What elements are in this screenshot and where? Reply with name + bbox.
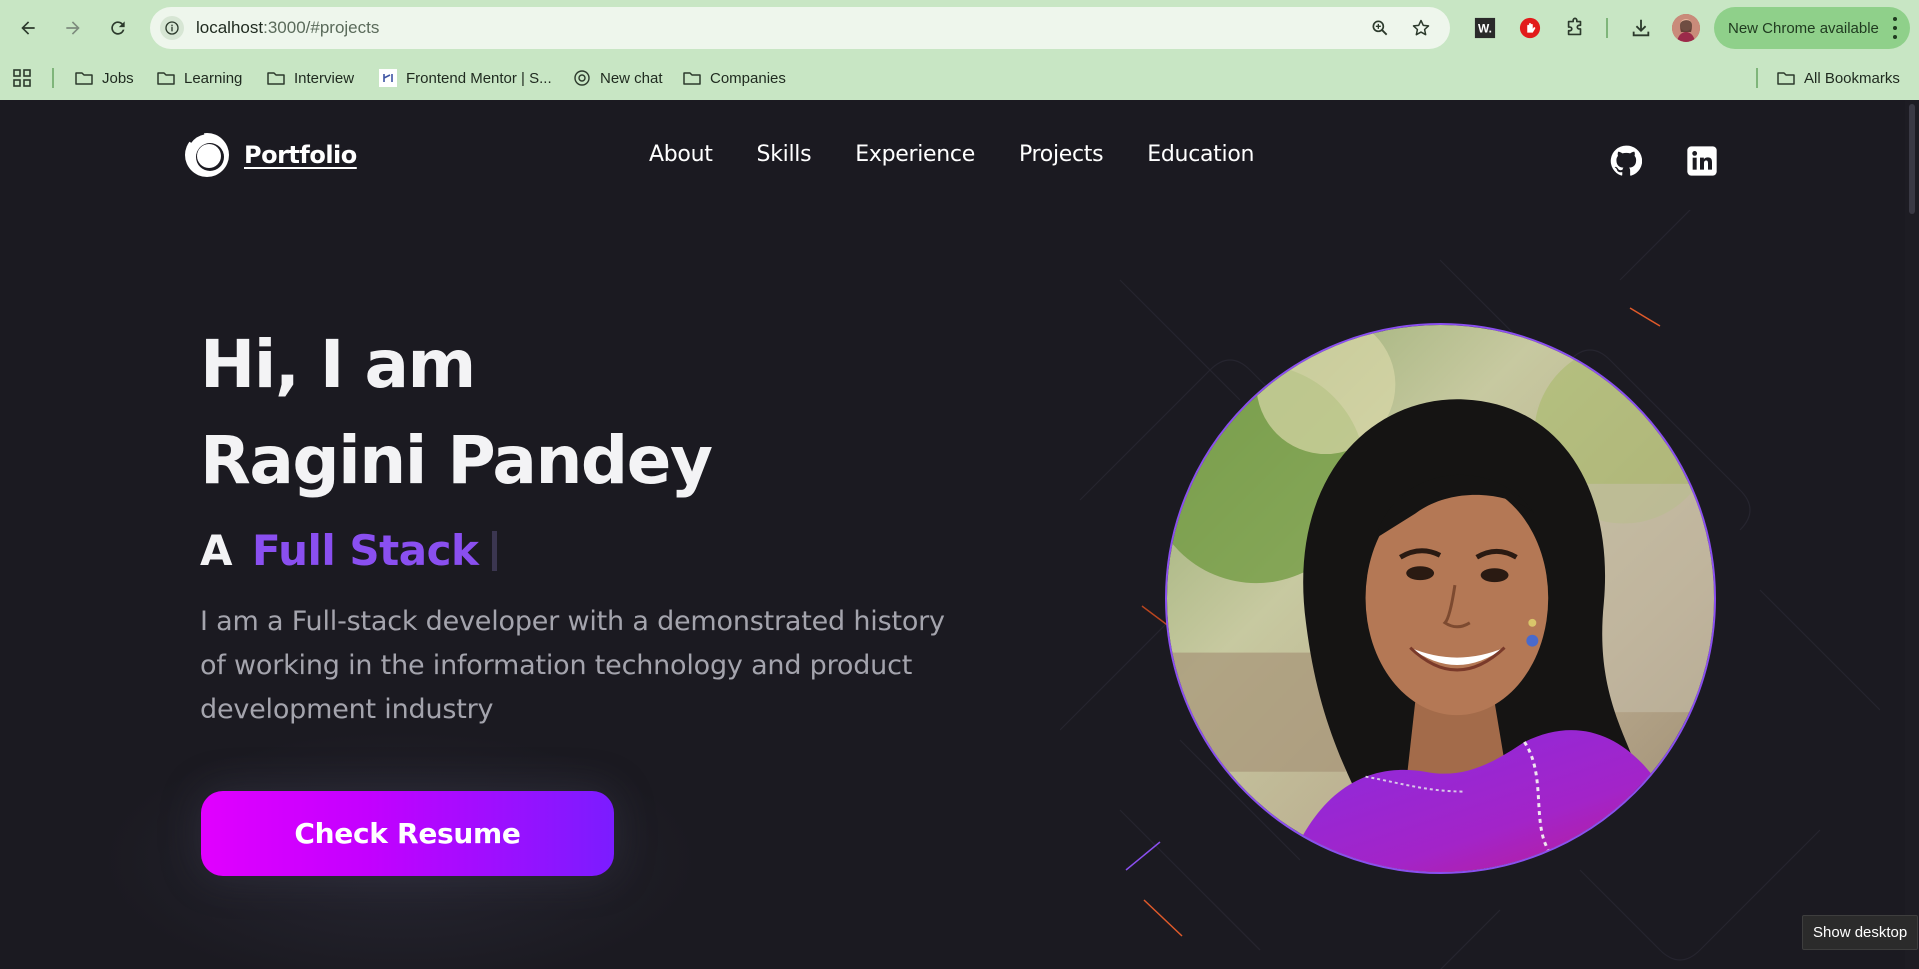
svg-text:W.: W. <box>1478 22 1492 36</box>
frontend-mentor-icon <box>379 69 397 87</box>
github-icon <box>1610 145 1642 176</box>
reload-button[interactable] <box>102 12 134 44</box>
adblock-icon <box>1519 17 1541 39</box>
github-link[interactable] <box>1609 144 1643 178</box>
back-button[interactable] <box>12 12 44 44</box>
bookmark-label: Jobs <box>102 69 134 87</box>
nav-link-experience[interactable]: Experience <box>855 142 975 167</box>
role-typed-text: Full Stack <box>252 526 479 575</box>
bookmark-new-chat[interactable]: New chat <box>572 66 663 90</box>
bookmark-companies[interactable]: Companies <box>682 66 786 90</box>
chatgpt-icon <box>574 70 590 86</box>
nav-link-about[interactable]: About <box>649 142 713 167</box>
hero-role: A Full Stack <box>200 526 498 575</box>
all-bookmarks-label: All Bookmarks <box>1804 69 1900 87</box>
bookmark-learning[interactable]: Learning <box>156 66 242 90</box>
info-icon <box>165 21 179 35</box>
bookmark-frontend-mentor[interactable]: Frontend Mentor | S... <box>378 66 552 90</box>
all-bookmarks[interactable]: All Bookmarks <box>1776 66 1900 90</box>
puzzle-extensions-icon <box>1567 17 1582 36</box>
bookmark-label: Interview <box>294 69 355 87</box>
w-extension-icon: W. <box>1474 17 1496 39</box>
chrome-menu-icon[interactable] <box>1892 17 1898 39</box>
show-desktop-tooltip: Show desktop <box>1802 915 1919 950</box>
role-prefix: A <box>200 526 233 575</box>
hero-greeting: Hi, I am <box>200 326 476 403</box>
site-info-button[interactable] <box>160 16 184 40</box>
folder-icon <box>157 72 175 85</box>
bookmark-label: Companies <box>710 69 786 87</box>
main-nav: About Skills Experience Projects Educati… <box>649 142 1298 167</box>
reload-icon <box>111 21 125 35</box>
site-logo[interactable]: Portfolio <box>184 132 357 178</box>
logo-circle-icon <box>185 132 229 177</box>
page-scrollbar[interactable] <box>1905 100 1919 969</box>
logo-text: Portfolio <box>244 141 357 169</box>
hero-name: Ragini Pandey <box>200 422 713 499</box>
folder-icon <box>75 72 93 85</box>
downloads-button[interactable] <box>1627 14 1655 42</box>
nav-link-education[interactable]: Education <box>1147 142 1254 167</box>
bookmark-label: Frontend Mentor | S... <box>406 69 552 87</box>
address-bar[interactable]: localhost:3000/#projects <box>150 7 1450 49</box>
folder-icon <box>267 72 285 85</box>
browser-toolbar: localhost:3000/#projects W. New Chrome a… <box>0 0 1919 56</box>
zoom-icon <box>1372 20 1388 36</box>
back-arrow-icon <box>21 21 35 35</box>
folder-icon <box>683 72 701 85</box>
bookmark-label: Learning <box>184 69 243 87</box>
chrome-update-label: New Chrome available <box>1728 19 1879 37</box>
star-icon <box>1412 19 1430 36</box>
url-text[interactable]: localhost:3000/#projects <box>196 18 379 38</box>
avatar-icon <box>1672 14 1700 42</box>
bookmarks-divider <box>1756 68 1758 88</box>
apps-button[interactable] <box>12 66 32 90</box>
folder-icon <box>1777 72 1795 85</box>
url-host: localhost <box>196 18 264 37</box>
typing-cursor <box>492 530 498 571</box>
bookmarks-divider <box>52 68 54 88</box>
nav-link-projects[interactable]: Projects <box>1019 142 1104 167</box>
portfolio-page: Portfolio About Skills Experience Projec… <box>0 100 1919 969</box>
download-icon <box>1632 19 1650 37</box>
extensions-button[interactable] <box>1561 14 1589 42</box>
bookmarks-bar: Jobs Learning Interview Frontend Mentor … <box>0 56 1919 100</box>
zoom-button[interactable] <box>1368 16 1392 40</box>
bookmark-jobs[interactable]: Jobs <box>74 66 134 90</box>
linkedin-icon <box>1687 146 1717 176</box>
forward-button[interactable] <box>57 12 89 44</box>
profile-photo <box>1165 323 1716 874</box>
nav-link-skills[interactable]: Skills <box>757 142 812 167</box>
adblock-button[interactable] <box>1516 14 1544 42</box>
profile-avatar[interactable] <box>1672 14 1700 42</box>
linkedin-link[interactable] <box>1685 144 1719 178</box>
chrome-update-button[interactable]: New Chrome available <box>1714 7 1910 49</box>
w-extension-button[interactable]: W. <box>1471 14 1499 42</box>
forward-arrow-icon <box>66 21 80 35</box>
browser-chrome: localhost:3000/#projects W. New Chrome a… <box>0 0 1919 100</box>
bookmark-label: New chat <box>600 69 663 87</box>
toolbar-divider <box>1606 18 1608 38</box>
check-resume-button[interactable]: Check Resume <box>201 791 614 876</box>
bookmark-interview[interactable]: Interview <box>266 66 354 90</box>
bookmark-star-button[interactable] <box>1409 16 1433 40</box>
url-path: :3000/#projects <box>263 18 380 37</box>
scrollbar-thumb[interactable] <box>1909 104 1915 214</box>
hero-description: I am a Full-stack developer with a demon… <box>200 606 945 725</box>
profile-photo-image <box>1167 325 1714 872</box>
apps-grid-icon <box>13 69 31 87</box>
